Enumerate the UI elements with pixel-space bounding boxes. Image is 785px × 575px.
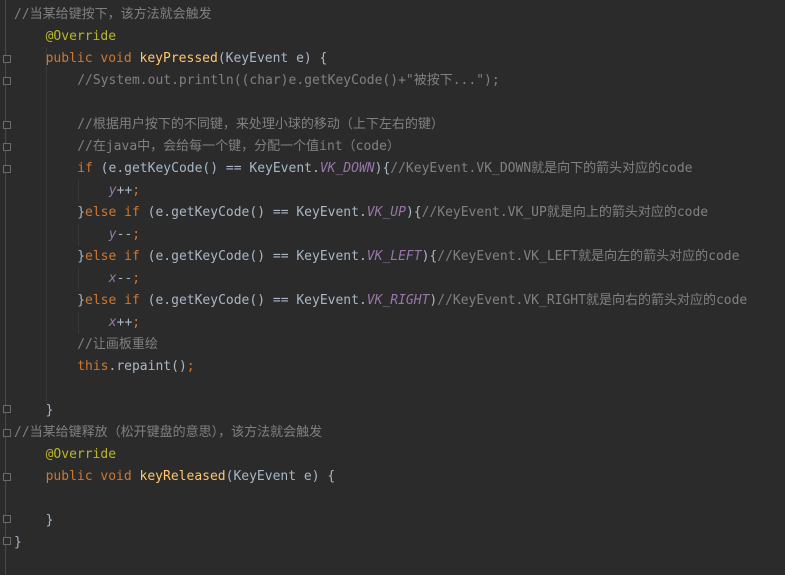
code-token: //当某给键释放（松开键盘的意思），该方法就会触发 [14,425,323,440]
code-token: public [45,51,101,66]
code-token: -- [116,227,133,242]
code-token: ; [186,359,195,374]
code-line[interactable]: @Override [46,26,116,48]
code-token: x [108,271,117,286]
code-token: ){ [374,161,391,176]
fold-marker-icon[interactable] [3,473,11,481]
code-token: else if [85,205,148,220]
code-token: ; [132,271,141,286]
code-token: void [100,469,140,484]
code-line[interactable]: public void keyPressed(KeyEvent e) { [46,48,328,70]
code-token: (e.getKeyCode() == KeyEvent. [147,249,367,264]
indent-guide [78,312,79,334]
fold-marker-icon[interactable] [3,165,11,173]
code-token: VK_DOWN [319,161,375,176]
code-token: (e.getKeyCode() == KeyEvent. [147,205,367,220]
indent-guide [78,224,79,246]
code-token: ){ [421,249,438,264]
code-token: //KeyEvent.VK_DOWN就是向下的箭头对应的code [390,161,693,176]
code-token: else if [85,249,148,264]
code-token: (e.getKeyCode() == KeyEvent. [147,293,367,308]
code-token: void [100,51,140,66]
code-token: VK_UP [366,205,406,220]
code-line[interactable]: }else if (e.getKeyCode() == KeyEvent.VK_… [77,246,739,268]
code-line[interactable]: } [46,510,54,532]
code-token: .repaint() [108,359,187,374]
code-editor[interactable]: //当某给键按下，该方法就会触发 @Override public void key… [0,0,785,575]
code-token: } [77,205,86,220]
code-token: } [14,535,22,550]
code-line[interactable]: //当某给键释放（松开键盘的意思），该方法就会触发 [14,422,322,444]
code-line[interactable]: y++; [109,180,140,202]
code-line[interactable]: //根据用户按下的不同键，来处理小球的移动（上下左右的键） [77,114,444,136]
code-token: ++ [116,183,133,198]
code-token: (KeyEvent e) { [225,469,336,484]
code-token: keyReleased [139,469,226,484]
code-line[interactable]: }else if (e.getKeyCode() == KeyEvent.VK_… [77,202,708,224]
code-token: VK_LEFT [366,249,422,264]
code-token: //根据用户按下的不同键，来处理小球的移动（上下左右的键） [77,117,444,132]
code-line[interactable]: x++; [109,312,140,334]
code-token: ; [132,227,141,242]
code-token: ++ [116,315,133,330]
code-token: VK_RIGHT [366,293,430,308]
code-token: //KeyEvent.VK_UP就是向上的箭头对应的code [421,205,709,220]
code-token: ; [132,183,141,198]
indent-guide [78,180,79,202]
code-token: this [77,359,109,374]
code-token: //在java中，会给每一个键，分配一个值int（code） [77,139,400,154]
code-token: y [108,227,117,242]
code-token: public [45,469,101,484]
gutter-line [5,0,6,575]
code-token: @Override [45,447,117,462]
code-line[interactable]: this.repaint(); [77,356,194,378]
code-line[interactable]: //System.out.println((char)e.getKeyCode(… [77,70,500,92]
code-line[interactable]: //让画板重绘 [77,334,158,356]
code-token: @Override [45,29,117,44]
indent-guide [78,268,79,290]
code-token: //KeyEvent.VK_LEFT就是向左的箭头对应的code [437,249,740,264]
code-token: if [77,161,101,176]
code-token: keyPressed [139,51,218,66]
editor-gutter [0,0,14,575]
code-token: //KeyEvent.VK_RIGHT就是向右的箭头对应的code [437,293,748,308]
code-token: ){ [405,205,422,220]
fold-marker-icon[interactable] [3,55,11,63]
indent-guide [46,48,47,404]
code-line[interactable]: if (e.getKeyCode() == KeyEvent.VK_DOWN){… [77,158,692,180]
code-line[interactable]: }else if (e.getKeyCode() == KeyEvent.VK_… [77,290,747,312]
fold-marker-icon[interactable] [3,537,11,545]
fold-marker-icon[interactable] [3,429,11,437]
code-token: (KeyEvent e) { [217,51,328,66]
code-token: -- [116,271,133,286]
code-token: ; [132,315,141,330]
code-line[interactable]: //在java中，会给每一个键，分配一个值int（code） [77,136,400,158]
code-line[interactable]: //当某给键按下，该方法就会触发 [14,4,212,26]
code-token: } [77,249,86,264]
code-line[interactable]: @Override [46,444,116,466]
code-line[interactable]: x--; [109,268,140,290]
code-token: } [45,403,54,418]
code-token: //让画板重绘 [77,337,158,352]
code-token: else if [85,293,148,308]
code-token: } [77,293,86,308]
code-line[interactable]: public void keyReleased(KeyEvent e) { [46,466,336,488]
code-line[interactable]: } [46,400,54,422]
code-line[interactable]: y--; [109,224,140,246]
fold-marker-icon[interactable] [3,405,11,413]
code-line[interactable]: } [14,532,22,554]
code-token: (e.getKeyCode() == KeyEvent. [100,161,320,176]
fold-marker-icon[interactable] [3,77,11,85]
code-token: } [45,513,54,528]
fold-marker-icon[interactable] [3,515,11,523]
code-token: x [108,315,117,330]
code-token: //当某给键按下，该方法就会触发 [14,7,212,22]
code-token: //System.out.println((char)e.getKeyCode(… [77,73,500,88]
code-token: y [108,183,117,198]
fold-marker-icon[interactable] [3,121,11,129]
fold-marker-icon[interactable] [3,143,11,151]
